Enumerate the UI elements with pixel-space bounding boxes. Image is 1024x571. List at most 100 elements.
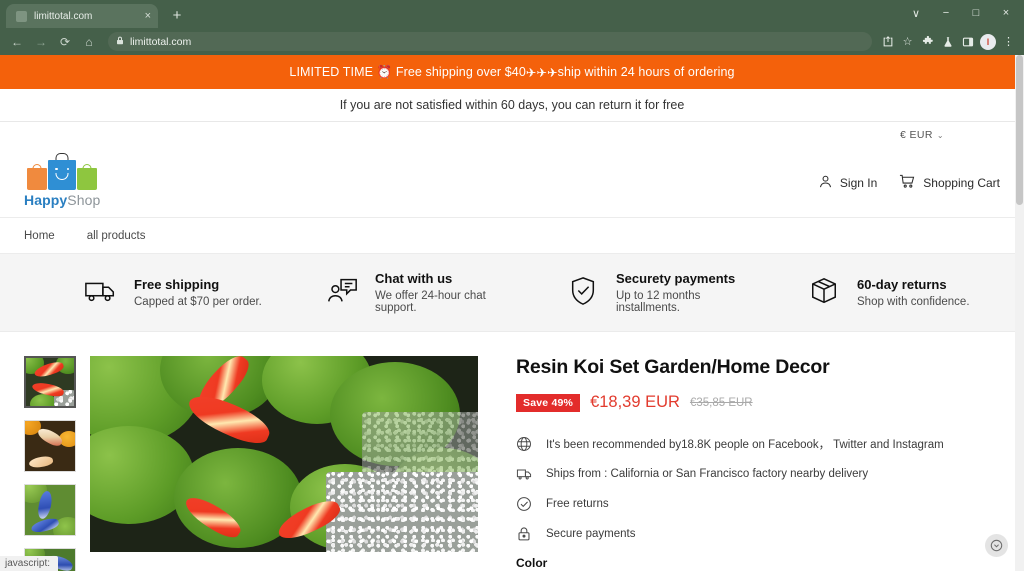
feature-title: Securety payments <box>616 271 736 286</box>
header-actions: Sign In Shopping Cart <box>818 173 1000 192</box>
browser-tab[interactable]: limittotal.com × <box>6 4 158 28</box>
breadcrumb: Home all products <box>0 218 1024 254</box>
chevron-down-icon: ⌄ <box>936 130 944 140</box>
feature-subtitle: Up to 12 months installments. <box>616 290 701 314</box>
promo-suffix: ship within 24 hours of ordering <box>557 65 735 79</box>
sign-in-label: Sign In <box>839 175 878 190</box>
check-circle-icon <box>516 496 532 512</box>
shopping-cart-link[interactable]: Shopping Cart <box>899 173 1000 192</box>
globe-icon <box>516 436 532 452</box>
truck-icon <box>84 276 118 310</box>
product-bullet-social-proof: It's been recommended by18.8K people on … <box>516 436 1000 452</box>
window-controls: ∨ − □ × <box>902 2 1020 24</box>
save-badge: Save 49% <box>516 393 581 412</box>
tab-close-icon[interactable]: × <box>145 10 151 22</box>
feature-title: Chat with us <box>375 271 453 286</box>
address-bar[interactable]: limittotal.com <box>108 32 872 51</box>
thumbnail-item[interactable] <box>24 420 76 472</box>
browser-toolbar: ← → ⟳ ⌂ limittotal.com ☆ I ⋮ <box>0 28 1024 55</box>
new-tab-button[interactable]: + <box>168 8 186 23</box>
home-icon[interactable]: ⌂ <box>78 31 100 53</box>
site-header: HappyShop Sign In Shopping Cart <box>0 148 1024 218</box>
price-row: Save 49% €18,39 EUR €35,85 EUR <box>516 393 1000 412</box>
shopping-bags-icon <box>27 152 98 190</box>
product-bullet-shipping-origin: Ships from : California or San Francisco… <box>516 466 1000 482</box>
original-price: €35,85 EUR <box>689 396 753 409</box>
share-icon[interactable] <box>878 32 897 51</box>
browser-menu-icon[interactable]: ⋮ <box>999 32 1018 51</box>
logo-text: HappyShop <box>24 192 100 208</box>
forward-icon[interactable]: → <box>30 31 52 53</box>
sign-in-link[interactable]: Sign In <box>818 174 877 192</box>
tab-search-icon[interactable]: ∨ <box>902 2 930 24</box>
scrollbar-thumb[interactable] <box>1016 55 1023 205</box>
site-logo[interactable]: HappyShop <box>24 152 100 208</box>
extensions-puzzle-icon[interactable] <box>918 32 937 51</box>
scroll-to-widget-button[interactable] <box>985 534 1008 557</box>
thumbnail-item[interactable] <box>24 484 76 536</box>
tab-title: limittotal.com <box>34 10 93 22</box>
feature-chat-with-us: Chat with us We offer 24-hour chat suppo… <box>277 271 518 314</box>
currency-bar: € EUR ⌄ <box>0 122 1024 148</box>
box-icon <box>807 276 841 310</box>
feature-title: 60-day returns <box>857 277 947 292</box>
page-scrollbar[interactable] <box>1015 55 1024 571</box>
currency-value: € EUR <box>899 129 933 141</box>
labs-flask-icon[interactable] <box>938 32 957 51</box>
product-info: Resin Koi Set Garden/Home Decor Save 49%… <box>478 356 1000 571</box>
page-viewport: LIMITED TIME ⏰ Free shipping over $40 ✈✈… <box>0 55 1024 571</box>
shopping-cart-label: Shopping Cart <box>923 175 1000 190</box>
feature-subtitle: Capped at $70 per order. <box>134 296 262 308</box>
thumbnail-item[interactable] <box>24 356 76 408</box>
bullet-text: Free returns <box>546 498 609 510</box>
logo-text-shop: Shop <box>67 191 101 208</box>
feature-title: Free shipping <box>134 277 220 292</box>
shipping-truck-icon <box>516 466 532 482</box>
bullet-text: Ships from : California or San Francisco… <box>546 468 869 480</box>
currency-selector[interactable]: € EUR ⌄ <box>900 129 944 141</box>
return-policy-banner: If you are not satisfied within 60 days,… <box>0 89 1024 122</box>
breadcrumb-item-home[interactable]: Home <box>24 230 55 242</box>
bullet-text: It's been recommended by18.8K people on … <box>546 439 944 451</box>
reload-icon[interactable]: ⟳ <box>54 31 76 53</box>
feature-bar: Free shipping Capped at $70 per order. C… <box>0 254 1024 332</box>
feature-free-shipping: Free shipping Capped at $70 per order. <box>24 276 277 310</box>
cart-icon <box>899 173 916 192</box>
lock-icon <box>516 526 532 542</box>
toolbar-right-actions: ☆ I ⋮ <box>878 32 1018 51</box>
product-detail-area: Resin Koi Set Garden/Home Decor Save 49%… <box>0 332 1024 571</box>
lock-icon <box>116 36 124 47</box>
profile-avatar[interactable]: I <box>980 33 996 50</box>
page-title: Resin Koi Set Garden/Home Decor <box>516 356 830 378</box>
maximize-button[interactable]: □ <box>962 2 990 24</box>
promo-prefix: LIMITED TIME <box>289 65 374 79</box>
status-bar-text: javascript: <box>0 556 59 571</box>
side-panel-icon[interactable] <box>958 32 977 51</box>
alarm-clock-icon: ⏰ <box>376 64 393 79</box>
airplane-icon: ✈✈✈ <box>525 65 558 80</box>
bookmark-star-icon[interactable]: ☆ <box>898 32 917 51</box>
color-option-label: Color <box>516 556 548 570</box>
feature-secure-payments: Securety payments Up to 12 months instal… <box>518 271 759 314</box>
close-window-button[interactable]: × <box>992 2 1020 24</box>
bullet-text: Secure payments <box>546 528 636 540</box>
breadcrumb-item-all-products[interactable]: all products <box>87 230 146 242</box>
feature-subtitle: We offer 24-hour chat support. <box>375 290 486 314</box>
address-bar-url: limittotal.com <box>130 35 192 48</box>
shield-check-icon <box>566 276 600 310</box>
product-bullet-secure-payments: Secure payments <box>516 526 1000 542</box>
feature-subtitle: Shop with confidence. <box>857 296 970 308</box>
product-main-image[interactable] <box>90 356 478 552</box>
chat-icon <box>325 276 359 310</box>
current-price: €18,39 EUR <box>590 393 680 411</box>
user-icon <box>818 174 833 192</box>
promotional-banner: LIMITED TIME ⏰ Free shipping over $40 ✈✈… <box>0 55 1024 89</box>
feature-sixty-day-returns: 60-day returns Shop with confidence. <box>759 276 1000 310</box>
minimize-button[interactable]: − <box>932 2 960 24</box>
promo-text: Free shipping over $40 <box>395 65 526 79</box>
logo-text-happy: Happy <box>24 191 68 208</box>
return-policy-text: If you are not satisfied within 60 days,… <box>339 98 685 112</box>
browser-chrome: limittotal.com × + ∨ − □ × ← → ⟳ ⌂ limit… <box>0 0 1024 55</box>
tab-favicon <box>16 10 27 22</box>
back-icon[interactable]: ← <box>6 31 28 53</box>
